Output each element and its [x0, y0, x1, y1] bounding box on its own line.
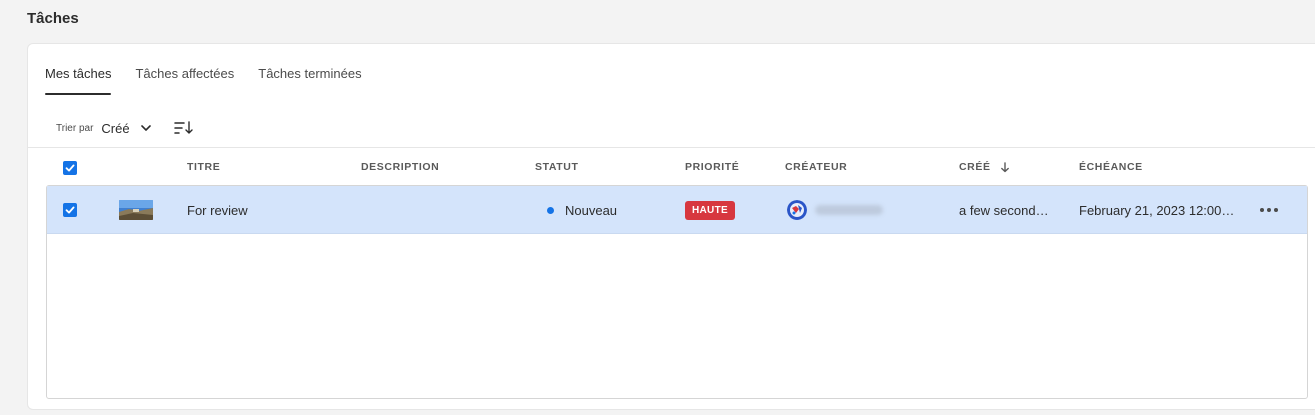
status-label: Nouveau	[565, 202, 618, 218]
table-body: For review Nouveau HAUTE a few second… F…	[46, 185, 1308, 399]
table-row[interactable]: For review Nouveau HAUTE a few second… F…	[47, 186, 1307, 234]
status-dot-icon	[547, 206, 554, 214]
checkmark-icon	[65, 164, 75, 172]
tab-completed-tasks[interactable]: Tâches terminées	[258, 66, 361, 95]
task-created: a few second…	[959, 202, 1049, 218]
task-title[interactable]: For review	[187, 186, 248, 234]
arrow-down-icon	[1000, 161, 1009, 172]
row-checkbox-cell	[63, 186, 77, 234]
avatar	[787, 200, 807, 220]
asset-thumbnail[interactable]	[119, 200, 153, 220]
column-creator[interactable]: CRÉATEUR	[785, 161, 847, 173]
sort-label: Trier par	[56, 122, 94, 134]
task-creator	[787, 186, 883, 234]
column-created[interactable]: CRÉÉ	[959, 161, 1010, 173]
tab-list: Mes tâches Tâches affectées Tâches termi…	[45, 66, 386, 95]
task-due-date: February 21, 2023 12:00…	[1079, 202, 1235, 218]
column-created-label: CRÉÉ	[959, 161, 991, 173]
column-priority[interactable]: PRIORITÉ	[685, 161, 739, 173]
sort-direction-icon[interactable]	[173, 120, 194, 136]
sort-select[interactable]: Créé	[101, 121, 151, 136]
column-title[interactable]: TITRE	[187, 161, 220, 173]
more-options-icon[interactable]	[1260, 208, 1278, 212]
column-description[interactable]: DESCRIPTION	[361, 161, 439, 173]
task-status: Nouveau	[547, 186, 617, 234]
thumbnail-cell	[119, 186, 153, 234]
checkmark-icon	[65, 206, 75, 214]
task-priority: HAUTE	[685, 186, 735, 234]
tab-assigned-tasks[interactable]: Tâches affectées	[135, 66, 234, 95]
creator-name-redacted	[815, 205, 883, 215]
chevron-down-icon	[140, 125, 151, 131]
priority-badge: HAUTE	[685, 200, 735, 220]
column-status[interactable]: STATUT	[535, 161, 578, 173]
table-header: TITRE DESCRIPTION STATUT PRIORITÉ CRÉATE…	[46, 148, 1308, 186]
page-title: Tâches	[27, 10, 79, 27]
tasks-panel: Mes tâches Tâches affectées Tâches termi…	[27, 43, 1315, 410]
tab-my-tasks[interactable]: Mes tâches	[45, 66, 112, 95]
row-checkbox[interactable]	[63, 203, 77, 217]
sort-value: Créé	[101, 120, 130, 136]
more-actions-cell	[1260, 186, 1278, 234]
sort-bar: Trier par Créé	[56, 120, 194, 136]
select-all-checkbox[interactable]	[63, 161, 77, 175]
column-due[interactable]: ÉCHÉANCE	[1079, 161, 1143, 173]
